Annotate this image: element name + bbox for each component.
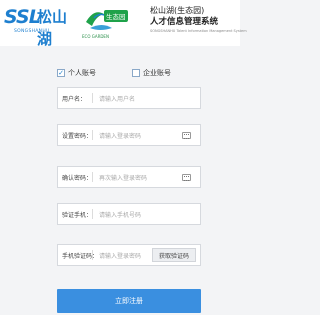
phone-field[interactable]: 验证手机： 请输入手机号码	[57, 203, 201, 225]
title-line-2: 人才信息管理系统	[150, 17, 219, 27]
system-title: 松山湖(生态园) 人才信息管理系统 SONGSHANHU Talent Info…	[150, 6, 247, 34]
personal-account-checkbox[interactable]: ✓	[57, 69, 65, 77]
sms-code-field[interactable]: 手机验证码： 请输入登录密码 获取验证码	[57, 244, 201, 266]
eco-garden-badge: 生态园	[104, 10, 128, 22]
personal-account-option[interactable]: ✓ 个人账号	[57, 68, 96, 78]
confirm-password-input[interactable]: 再次输入登录密码	[99, 173, 182, 182]
sms-code-label: 手机验证码：	[62, 252, 99, 260]
enterprise-account-label: 企业账号	[143, 69, 171, 77]
header: SSL 松山湖 SONGSHANHU 生态园 ECO GARDEN 松山湖(生态…	[0, 0, 247, 48]
sms-code-input[interactable]: 请输入登录密码	[99, 251, 152, 260]
register-button[interactable]: 立即注册	[57, 289, 201, 313]
logo-text: 松山湖	[37, 8, 68, 48]
logo-subtext: SONGSHANHU	[14, 29, 50, 34]
username-field[interactable]: 用户名： 请输入用户名	[57, 87, 201, 109]
phone-label: 验证手机：	[62, 211, 93, 219]
enterprise-account-checkbox[interactable]	[132, 69, 140, 77]
songshanhu-logo: SSL 松山湖 SONGSHANHU	[4, 5, 72, 48]
set-password-label: 设置密码：	[62, 132, 93, 140]
field-divider	[92, 93, 93, 103]
eco-garden-logo: 生态园 ECO GARDEN	[82, 4, 142, 42]
username-label: 用户名：	[62, 95, 87, 103]
keyboard-icon[interactable]	[182, 131, 191, 139]
eco-garden-subtext: ECO GARDEN	[82, 34, 109, 39]
title-line-1: 松山湖(生态园)	[150, 6, 205, 15]
field-divider	[92, 130, 93, 140]
logo-mark: SSL	[4, 6, 41, 28]
field-divider	[92, 250, 93, 260]
set-password-input[interactable]: 请输入登录密码	[99, 131, 182, 140]
field-divider	[92, 172, 93, 182]
get-code-button[interactable]: 获取验证码	[151, 248, 196, 262]
username-input[interactable]: 请输入用户名	[99, 94, 200, 103]
keyboard-icon[interactable]	[182, 173, 191, 181]
set-password-field[interactable]: 设置密码： 请输入登录密码	[57, 124, 201, 146]
phone-input[interactable]: 请输入手机号码	[99, 210, 200, 219]
account-type-selector: ✓ 个人账号 企业账号	[0, 68, 240, 82]
personal-account-label: 个人账号	[68, 69, 96, 77]
field-divider	[92, 209, 93, 219]
title-line-3: SONGSHANHU Talent Information Management…	[150, 29, 247, 33]
confirm-password-label: 确认密码：	[62, 174, 93, 182]
confirm-password-field[interactable]: 确认密码： 再次输入登录密码	[57, 166, 201, 188]
enterprise-account-option[interactable]: 企业账号	[132, 68, 171, 78]
